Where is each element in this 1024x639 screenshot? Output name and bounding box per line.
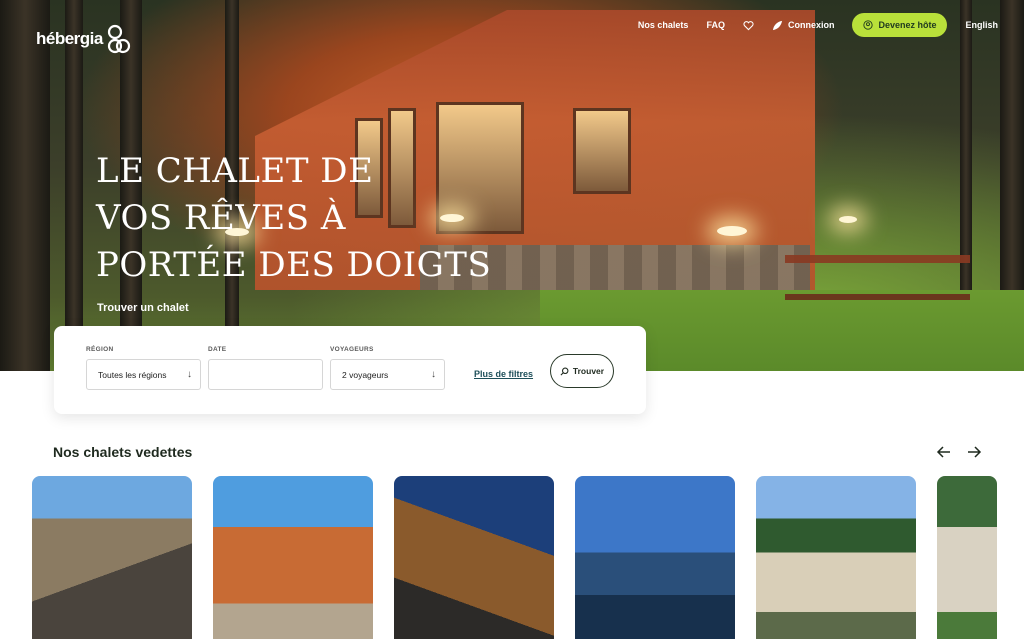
- region-value: Toutes les régions: [98, 369, 167, 380]
- chalet-window: [573, 108, 631, 194]
- chalet-card[interactable]: [756, 476, 916, 639]
- arrow-down-icon: ↓: [187, 369, 192, 380]
- featured-title: Nos chalets vedettes: [53, 444, 193, 460]
- user-icon: [863, 20, 874, 30]
- search-card: RÉGION Toutes les régions ↓ DATE VOYAGEU…: [54, 326, 646, 414]
- travelers-select[interactable]: 2 voyageurs ↓: [330, 359, 445, 390]
- nav-login[interactable]: Connexion: [772, 20, 835, 31]
- chalet-card[interactable]: [937, 476, 997, 639]
- find-button-label: Trouver: [572, 366, 605, 376]
- nav-favorites[interactable]: [743, 20, 754, 31]
- hero-headline-line: VOS RÊVES À: [96, 198, 346, 238]
- language-switch[interactable]: English: [965, 20, 998, 30]
- travelers-value: 2 voyageurs: [342, 369, 389, 380]
- become-host-button[interactable]: Devenez hôte: [852, 13, 948, 37]
- chalet-card[interactable]: [575, 476, 735, 639]
- travelers-field: VOYAGEURS 2 voyageurs ↓: [330, 346, 445, 390]
- date-label: DATE: [208, 346, 227, 353]
- brand-name: hébergia: [36, 29, 103, 48]
- garden-lamp: [839, 216, 857, 223]
- nav-faq[interactable]: FAQ: [706, 20, 725, 30]
- search-icon: [560, 367, 569, 375]
- find-chalet-label: Trouver un chalet: [97, 302, 189, 314]
- garden-lamp: [717, 226, 747, 236]
- chalet-card[interactable]: [213, 476, 373, 639]
- nav-nos-chalets[interactable]: Nos chalets: [638, 20, 689, 30]
- nav-login-label: Connexion: [787, 20, 835, 30]
- arrow-down-icon: ↓: [431, 369, 436, 380]
- heart-icon: [743, 20, 754, 30]
- hero-headline: LE CHALET DE VOS RÊVES À PORTÉE DES DOIG…: [96, 148, 491, 289]
- carousel-controls: [936, 444, 982, 460]
- chalet-card[interactable]: [394, 476, 554, 639]
- brand-logo[interactable]: hébergia: [36, 20, 131, 58]
- bench: [785, 255, 970, 300]
- top-nav: Nos chalets FAQ Connexion Devenez hôte E…: [638, 13, 998, 37]
- date-input[interactable]: [208, 359, 323, 390]
- hero-headline-line: PORTÉE DES DOIGTS: [96, 245, 492, 285]
- become-host-label: Devenez hôte: [878, 20, 937, 30]
- leaf-icon: [772, 20, 783, 30]
- chalet-card[interactable]: [32, 476, 192, 639]
- arrow-left-icon[interactable]: [936, 444, 952, 460]
- hero-headline-line: LE CHALET DE: [96, 151, 374, 191]
- brand-mark-icon: [107, 24, 130, 54]
- region-field: RÉGION Toutes les régions ↓: [86, 346, 201, 390]
- arrow-right-icon[interactable]: [966, 444, 982, 460]
- more-filters-link[interactable]: Plus de filtres: [474, 369, 533, 379]
- find-button[interactable]: Trouver: [550, 354, 614, 388]
- featured-carousel: [32, 476, 1024, 639]
- travelers-label: VOYAGEURS: [330, 346, 374, 353]
- region-label: RÉGION: [86, 346, 114, 353]
- region-select[interactable]: Toutes les régions ↓: [86, 359, 201, 390]
- date-field: DATE: [208, 346, 323, 390]
